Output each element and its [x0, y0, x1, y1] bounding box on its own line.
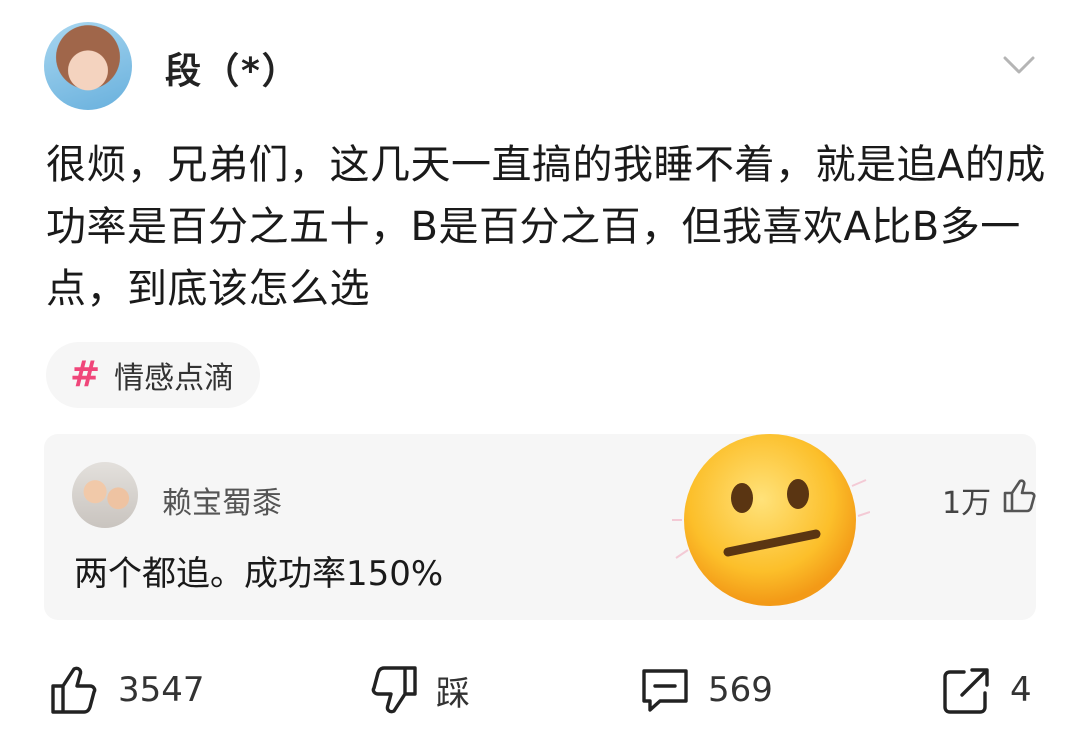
like-count: 3547 — [118, 670, 205, 710]
author-name[interactable]: 段（*） — [165, 42, 300, 94]
neutral-face-emoji — [672, 434, 870, 606]
share-icon — [943, 668, 989, 714]
chevron-down-icon[interactable] — [1002, 54, 1036, 76]
post-page: 段（*） 很烦，兄弟们，这几天一直搞的我睡不着，就是追A的成功率是百分之五十，B… — [0, 0, 1080, 737]
thumbs-down-icon — [371, 666, 417, 714]
topic-tag[interactable]: # 情感点滴 — [46, 342, 261, 408]
hot-comment-card[interactable]: 赖宝蜀黍 两个都追。成功率150% 1万 — [44, 434, 1036, 620]
commenter-avatar[interactable] — [72, 462, 138, 528]
dislike-action[interactable]: 踩 — [366, 662, 470, 718]
topic-tag-label: 情感点滴 — [114, 361, 235, 396]
thumbs-up-icon[interactable] — [999, 476, 1039, 516]
comment-action[interactable]: 569 — [638, 662, 773, 718]
hash-icon: # — [70, 354, 101, 395]
like-action[interactable]: 3547 — [48, 662, 205, 718]
share-action[interactable]: 4 — [940, 662, 1032, 718]
dislike-label: 踩 — [436, 673, 470, 714]
comment-text: 两个都追。成功率150% — [74, 554, 444, 594]
comment-icon — [642, 669, 688, 712]
post-text: 很烦，兄弟们，这几天一直搞的我睡不着，就是追A的成功率是百分之五十，B是百分之百… — [46, 142, 1046, 312]
share-count: 4 — [1010, 670, 1032, 710]
author-avatar[interactable] — [44, 22, 132, 110]
thumbs-up-icon — [51, 666, 97, 714]
comment-like-count: 1万 — [942, 486, 992, 521]
comment-count: 569 — [708, 670, 773, 710]
commenter-name[interactable]: 赖宝蜀黍 — [162, 478, 282, 522]
